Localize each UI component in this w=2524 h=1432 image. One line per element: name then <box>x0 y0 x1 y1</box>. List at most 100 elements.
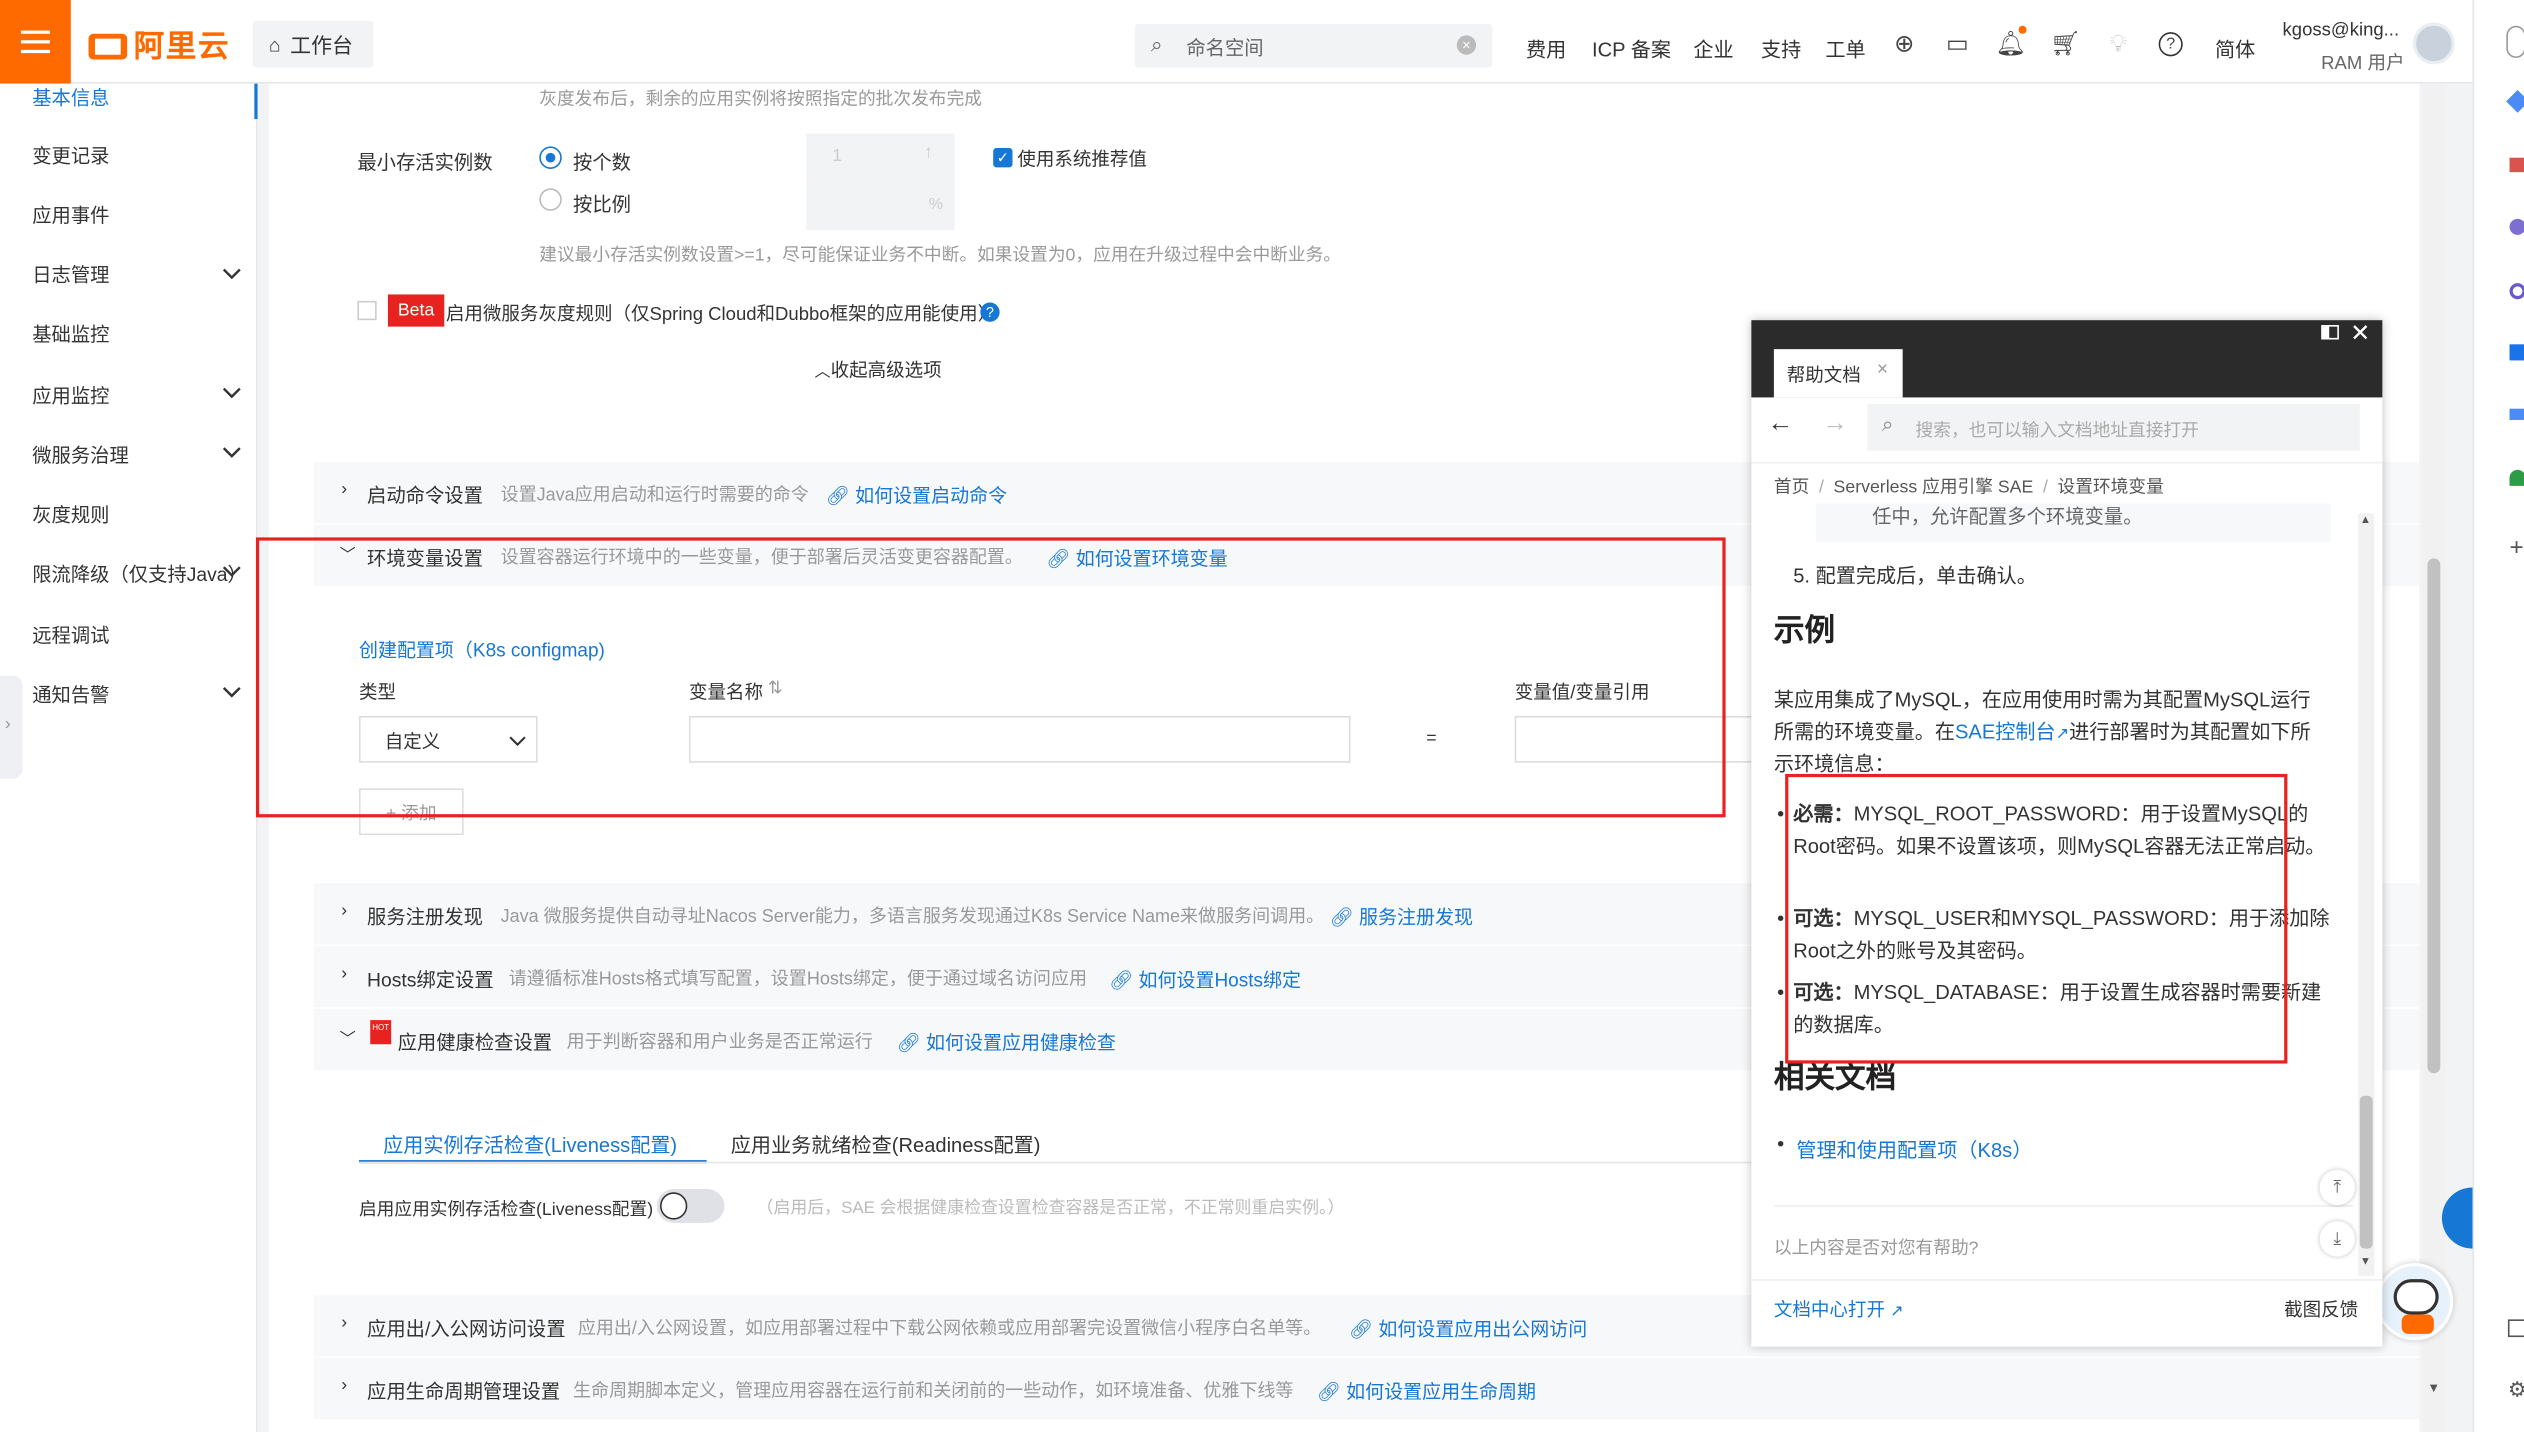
external-link-icon: ↗ <box>2055 724 2070 743</box>
nav-enterprise[interactable]: 企业 <box>1693 32 1733 63</box>
scrollbar-thumb[interactable] <box>2427 558 2441 1074</box>
avatar[interactable] <box>2412 22 2455 65</box>
startup-help-link[interactable]: 🔗︎ 如何设置启动命令 <box>826 481 1007 508</box>
instance-count-value: 1 <box>832 146 843 166</box>
collapse-advanced-button[interactable]: ︿收起高级选项 <box>815 357 942 383</box>
circle-icon[interactable] <box>2509 283 2524 300</box>
arrow-up-icon[interactable]: ↑ <box>924 143 933 162</box>
network-help-link[interactable]: 🔗︎ 如何设置应用出公网访问 <box>1349 1315 1587 1342</box>
tree-icon[interactable] <box>2509 469 2524 486</box>
breadcrumb-home[interactable]: 首页 <box>1774 478 1809 497</box>
terminal-icon[interactable]: ▭ <box>1943 29 1972 58</box>
help-tab[interactable]: 帮助文档 × <box>1773 349 1903 398</box>
nav-ticket[interactable]: 工单 <box>1825 32 1865 63</box>
radio-ratio[interactable] <box>539 188 562 211</box>
dock-icon[interactable] <box>2321 325 2339 340</box>
clear-icon[interactable]: × <box>1456 35 1477 55</box>
sidebar-item-basic-info[interactable]: 基本信息 <box>32 84 109 111</box>
radio-count-label[interactable]: 按个数 <box>573 148 631 175</box>
phone-icon[interactable] <box>2506 25 2524 58</box>
section-title: 应用健康检查设置 <box>397 1031 553 1054</box>
outlook-icon[interactable] <box>2509 344 2524 361</box>
help-scrollbar[interactable]: ▲ ▼ <box>2358 513 2375 1276</box>
close-icon[interactable]: ✕ <box>2350 319 2370 347</box>
forward-arrow-icon[interactable]: → <box>1822 410 1848 439</box>
tab-liveness[interactable]: 应用实例存活检查(Liveness配置) <box>383 1128 677 1159</box>
section-desc: 请遵循标准Hosts格式填写配置，设置Hosts绑定，便于通过域名访问应用 <box>508 970 1087 990</box>
liveness-toggle[interactable] <box>656 1189 725 1223</box>
open-doc-center-link[interactable]: 文档中心打开 ↗ <box>1774 1297 1904 1323</box>
screenshot-feedback-button[interactable]: 截图反馈 <box>2284 1297 2358 1323</box>
instance-count-input[interactable]: 1 ↑ <box>806 133 955 182</box>
chevron-down-icon[interactable] <box>222 562 241 581</box>
user-name[interactable]: kgoss@king... <box>2283 21 2400 40</box>
back-arrow-icon[interactable]: ← <box>1767 410 1793 439</box>
close-tab-icon[interactable]: × <box>1877 357 1888 380</box>
chevron-down-icon[interactable] <box>222 264 241 283</box>
tag-icon[interactable] <box>2506 89 2524 113</box>
lightbulb-icon[interactable]: 💡︎ <box>2104 29 2133 58</box>
assistant-avatar[interactable] <box>2375 1263 2454 1341</box>
checkbox-recommended[interactable]: ✓ <box>993 148 1013 168</box>
send-icon[interactable] <box>2509 408 2524 420</box>
help-search-input[interactable]: ⌕ 搜索，也可以输入文档地址直接打开 <box>1867 403 2360 451</box>
menu-button[interactable] <box>0 0 71 84</box>
help-icon[interactable]: ? <box>2158 32 2183 57</box>
nav-support[interactable]: 支持 <box>1761 32 1801 63</box>
help-scrollbar-thumb[interactable] <box>2359 1095 2373 1249</box>
workbench-label: 工作台 <box>290 33 353 58</box>
sidebar-item-microservice[interactable]: 微服务治理 <box>32 441 129 468</box>
cart-icon[interactable]: 🛒︎ <box>2050 29 2081 58</box>
radio-count[interactable] <box>539 146 562 169</box>
link-icon: 🔗︎ <box>825 484 856 507</box>
scroll-up-icon[interactable]: ▲ <box>2360 515 2371 526</box>
sidebar-collapse-handle[interactable]: › <box>0 675 23 779</box>
workbench-button[interactable]: ⌂ 工作台 <box>252 20 374 68</box>
hosts-help-link[interactable]: 🔗︎ 如何设置Hosts绑定 <box>1109 965 1301 992</box>
lifecycle-help-link[interactable]: 🔗︎ 如何设置应用生命周期 <box>1317 1377 1536 1404</box>
health-help-link[interactable]: 🔗︎ 如何设置应用健康检查 <box>897 1028 1116 1055</box>
aliyun-logo[interactable]: 阿里云 <box>88 23 231 66</box>
nav-icp[interactable]: ICP 备案 <box>1592 32 1671 63</box>
scroll-down-icon[interactable]: ▼ <box>2427 1381 2440 1395</box>
sidebar-item-remote-debug[interactable]: 远程调试 <box>32 621 109 648</box>
section-lifecycle[interactable]: › 应用生命周期管理设置 生命周期脚本定义，管理应用容器在运行前和关闭前的一些动… <box>313 1357 2420 1420</box>
language-switch[interactable]: 简体 <box>2215 32 2255 63</box>
radio-ratio-label[interactable]: 按比例 <box>573 190 631 217</box>
chevron-down-icon[interactable] <box>222 442 241 461</box>
sidebar-item-change-log[interactable]: 变更记录 <box>32 142 109 169</box>
question-icon[interactable]: ? <box>980 302 1000 322</box>
scroll-down-icon[interactable]: ▼ <box>2360 1257 2371 1268</box>
tab-readiness[interactable]: 应用业务就绪检查(Readiness配置) <box>731 1128 1041 1159</box>
sidebar-item-app-events[interactable]: 应用事件 <box>32 201 109 228</box>
briefcase-icon[interactable] <box>2509 157 2524 173</box>
nav-fees[interactable]: 费用 <box>1526 32 1566 63</box>
download-icon[interactable]: ⤓ <box>2319 1221 2355 1257</box>
sidebar-item-basic-monitor[interactable]: 基础监控 <box>32 320 109 347</box>
app-icon[interactable]: ⊕ <box>1890 29 1919 58</box>
checkbox-microservice-gray[interactable] <box>357 300 377 321</box>
add-icon[interactable]: + <box>2510 534 2524 561</box>
sae-console-link[interactable]: SAE控制台 <box>1955 720 2056 743</box>
chevron-down-icon[interactable] <box>222 682 241 701</box>
floating-tab[interactable] <box>2441 1187 2473 1249</box>
sidebar-item-app-monitor[interactable]: 应用监控 <box>32 381 109 408</box>
chevron-down-icon[interactable] <box>222 383 241 402</box>
related-doc-link[interactable]: • 管理和使用配置项（K8s） <box>1777 1133 2032 1164</box>
link-text: 如何设置应用健康检查 <box>926 1031 1116 1054</box>
registry-help-link[interactable]: 🔗︎ 服务注册发现 <box>1330 903 1473 930</box>
panel-icon[interactable] <box>2507 1319 2524 1338</box>
breadcrumb-sae[interactable]: Serverless 应用引擎 SAE <box>1834 478 2034 497</box>
sidebar-item-alerts[interactable]: 通知告警 <box>32 681 109 708</box>
instance-ratio-input[interactable]: % <box>806 181 955 231</box>
microservice-gray-label[interactable]: 启用微服务灰度规则（仅Spring Cloud和Dubbo框架的应用能使用） <box>446 301 996 327</box>
gear-icon[interactable]: ⚙ <box>2508 1377 2524 1403</box>
sidebar-item-log-mgmt[interactable]: 日志管理 <box>32 261 109 288</box>
scroll-top-icon[interactable]: ⤒ <box>2319 1169 2355 1206</box>
sidebar-item-gray-rules[interactable]: 灰度规则 <box>32 500 109 527</box>
namespace-search[interactable]: ⌕ 命名空间 × <box>1134 24 1493 68</box>
sidebar-item-rate-limit[interactable]: 限流降级（仅支持Java） <box>32 560 247 587</box>
page-scrollbar[interactable]: ▼ <box>2422 83 2446 1432</box>
people-icon[interactable] <box>2509 218 2524 235</box>
checkbox-recommended-label[interactable]: 使用系统推荐值 <box>1017 146 1147 172</box>
